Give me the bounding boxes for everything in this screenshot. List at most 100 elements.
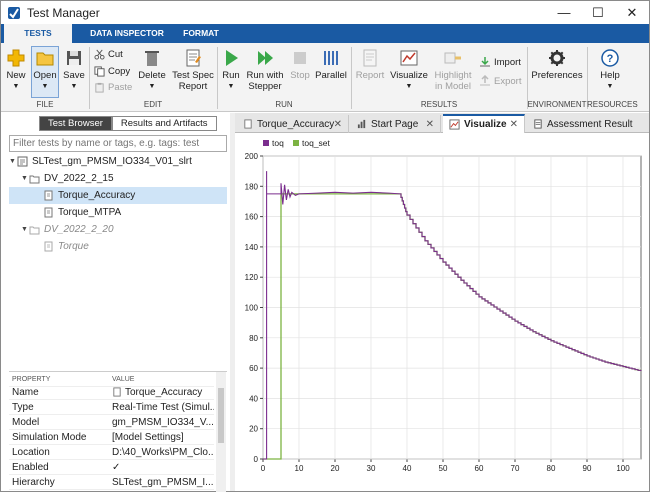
tab-close-icon[interactable]: ✕ xyxy=(510,119,518,130)
property-value[interactable]: gm_PMSM_IO334_V... xyxy=(112,417,214,428)
test-spec-report-label-line2: Report xyxy=(178,81,208,92)
new-chevron-down-icon: ▼ xyxy=(12,83,20,90)
tab-close-icon[interactable]: ✕ xyxy=(426,119,434,130)
tab-close-icon[interactable]: ✕ xyxy=(334,119,342,130)
folder-open-icon xyxy=(36,52,54,66)
paste-button[interactable]: Paste xyxy=(94,82,132,93)
property-row-location: Location D:\40_Works\PM_Clo... xyxy=(9,445,214,460)
tree-item-label: Torque xyxy=(58,241,89,252)
results-group-label: RESULTS xyxy=(420,100,458,109)
new-button[interactable]: New ▼ xyxy=(4,48,28,92)
report-label: Report xyxy=(355,70,385,81)
tab-visualize[interactable]: Visualize ✕ xyxy=(443,114,525,133)
property-key: Enabled xyxy=(12,461,49,473)
tab-assessment-result[interactable]: Assessment Result xyxy=(527,115,650,133)
test-filter-input[interactable] xyxy=(9,135,227,152)
close-button[interactable]: ✕ xyxy=(615,1,649,24)
highlight-in-model-button[interactable]: Highlight in Model xyxy=(432,48,474,92)
test-spec-report-button[interactable]: Test Spec Report xyxy=(170,48,216,92)
x-tick-label: 70 xyxy=(511,464,520,473)
tab-start-page[interactable]: Start Page ✕ xyxy=(351,115,441,133)
collapse-arrow-icon[interactable]: ▼ xyxy=(21,175,29,182)
tree-item-suite-dv-2022-2-20[interactable]: ▼ DV_2022_2_20 xyxy=(9,221,227,238)
test-case-icon xyxy=(44,190,53,201)
tree-item-torque-accuracy[interactable]: Torque_Accuracy xyxy=(9,187,227,204)
stepper-icon xyxy=(258,51,273,65)
test-manager-app-icon xyxy=(8,6,20,19)
property-value: SLTest_gm_PMSM_I... xyxy=(112,476,214,488)
y-tick-label: 140 xyxy=(245,243,259,252)
run-button[interactable]: Run ▼ xyxy=(220,48,242,92)
tree-item-torque-mtpa[interactable]: Torque_MTPA xyxy=(9,204,227,221)
cut-button[interactable]: Cut xyxy=(94,49,123,60)
document-tab-bar: Torque_Accuracy ✕ Start Page ✕ Visualize… xyxy=(235,113,649,133)
property-scrollbar[interactable] xyxy=(216,372,226,492)
property-key: Hierarchy xyxy=(12,476,55,488)
open-chevron-down-icon: ▼ xyxy=(41,83,49,90)
folder-icon xyxy=(29,175,40,184)
results-and-artifacts-tab[interactable]: Results and Artifacts xyxy=(111,116,217,131)
tree-item-label: SLTest_gm_PMSM_IO334_V01_slrt xyxy=(32,156,192,167)
parallel-button[interactable]: Parallel xyxy=(315,48,347,81)
property-row-enabled: Enabled ✓ xyxy=(9,460,214,475)
export-button[interactable]: Export xyxy=(479,75,521,87)
torque-plot[interactable]: 0 10 20 30 40 50 60 70 80 90 100 0 20 40 60 80 100 120 140… xyxy=(235,134,649,491)
y-tick-label: 40 xyxy=(249,394,258,403)
maximize-button[interactable]: ☐ xyxy=(581,1,615,24)
test-case-icon xyxy=(44,241,53,252)
ribbon-tab-data-inspector[interactable]: DATA INSPECTOR xyxy=(81,24,173,43)
export-label: Export xyxy=(494,75,522,87)
run-with-stepper-button[interactable]: Run with Stepper xyxy=(245,48,285,92)
run-label: Run xyxy=(222,70,240,81)
tree-item-torque[interactable]: Torque xyxy=(9,238,227,255)
y-tick-label: 120 xyxy=(245,273,259,282)
new-label: New xyxy=(6,70,26,81)
save-button[interactable]: Save ▼ xyxy=(62,48,86,92)
help-button[interactable]: ? Help ▼ xyxy=(597,48,623,92)
x-tick-label: 30 xyxy=(367,464,376,473)
y-tick-label: 80 xyxy=(249,334,258,343)
property-column-header: PROPERTY xyxy=(12,375,51,383)
save-chevron-down-icon: ▼ xyxy=(70,83,78,90)
property-value[interactable]: [Model Settings] xyxy=(112,432,214,443)
copy-label: Copy xyxy=(108,66,131,77)
property-row-model: Model gm_PMSM_IO334_V... xyxy=(9,415,214,430)
report-button[interactable]: Report xyxy=(355,48,385,81)
collapse-arrow-icon[interactable]: ▼ xyxy=(9,158,17,165)
ribbon-tab-tests[interactable]: TESTS xyxy=(4,24,72,43)
collapse-arrow-icon[interactable]: ▼ xyxy=(21,226,29,233)
delete-button[interactable]: Delete ▼ xyxy=(138,48,166,92)
folder-icon xyxy=(29,226,40,235)
test-browser-panel: Test Browser Results and Artifacts ▼ SLT… xyxy=(3,113,230,492)
legend-swatch-toq_set xyxy=(293,140,299,146)
scissors-icon xyxy=(94,49,105,60)
x-tick-label: 90 xyxy=(583,464,592,473)
test-browser-tab[interactable]: Test Browser xyxy=(39,116,112,131)
property-value[interactable]: Torque_Accuracy xyxy=(125,387,202,398)
open-button[interactable]: Open ▼ xyxy=(32,48,58,92)
enabled-checkbox[interactable]: ✓ xyxy=(112,462,214,473)
parallel-bars-icon xyxy=(324,51,338,65)
preferences-button[interactable]: Preferences xyxy=(531,48,583,81)
ribbon-tab-format[interactable]: FORMAT xyxy=(173,24,229,43)
new-plus-icon xyxy=(7,49,25,67)
delete-chevron-down-icon: ▼ xyxy=(148,83,156,90)
import-button[interactable]: Import xyxy=(479,56,521,68)
property-scrollbar-thumb[interactable] xyxy=(218,388,224,443)
y-tick-label: 200 xyxy=(245,152,259,161)
tab-torque-accuracy[interactable]: Torque_Accuracy ✕ xyxy=(237,115,349,133)
highlight-model-icon xyxy=(444,52,461,64)
legend-label-toq_set: toq_set xyxy=(302,138,331,148)
visualize-button[interactable]: Visualize ▼ xyxy=(390,48,428,92)
tree-item-test-file[interactable]: ▼ SLTest_gm_PMSM_IO334_V01_slrt xyxy=(9,153,227,170)
property-key: Name xyxy=(12,386,39,398)
window-title: Test Manager xyxy=(27,5,100,20)
copy-button[interactable]: Copy xyxy=(94,66,130,77)
minimize-button[interactable]: — xyxy=(547,1,581,24)
document-panel: Torque_Accuracy ✕ Start Page ✕ Visualize… xyxy=(235,113,649,491)
environment-group-label: ENVIRONMENT xyxy=(527,100,587,109)
tree-item-suite-dv-2022-2-15[interactable]: ▼ DV_2022_2_15 xyxy=(9,170,227,187)
stop-button[interactable]: Stop xyxy=(288,48,312,81)
x-tick-label: 20 xyxy=(331,464,340,473)
property-key: Simulation Mode xyxy=(12,431,87,443)
